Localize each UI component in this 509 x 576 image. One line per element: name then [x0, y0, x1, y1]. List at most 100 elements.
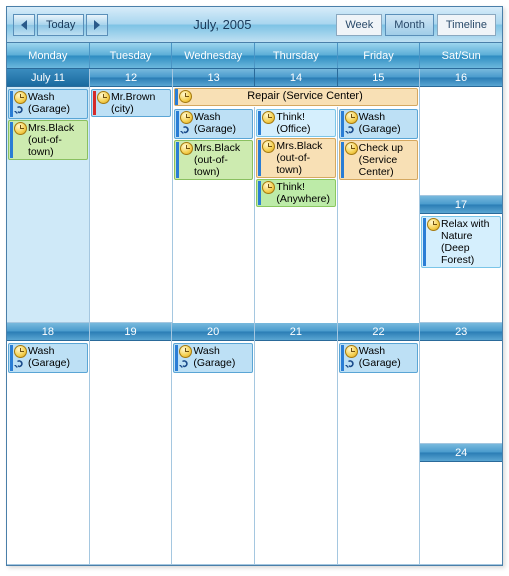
status-bar [258, 140, 261, 176]
appointment[interactable]: Mr.Brown (city) [91, 89, 171, 117]
prev-button[interactable] [13, 14, 35, 36]
recurrence-icon [180, 124, 193, 137]
chevron-right-icon [94, 20, 100, 30]
day-body[interactable]: Wash (Garage) Mrs.Black (out-of-town) [7, 87, 89, 322]
appointment-text: Mrs.Black (out-of-town) [276, 140, 332, 176]
appointment-text: Wash (Garage) [28, 91, 85, 115]
date-header[interactable]: July 11 [7, 69, 89, 87]
date-header[interactable]: 12 [90, 69, 172, 87]
reminder-icon [14, 91, 27, 104]
status-bar [175, 345, 178, 371]
day-body[interactable]: Wash (Garage) [7, 341, 89, 564]
view-week-button[interactable]: Week [336, 14, 382, 36]
appointment[interactable]: Wash (Garage) [339, 109, 418, 139]
appointment-text: Wash (Garage) [359, 111, 415, 135]
day-header: Tuesday [90, 43, 173, 68]
weekend-cell[interactable]: 16 17 Relax with Nature (Deep Forest) [420, 69, 502, 323]
date-header[interactable]: 18 [7, 323, 89, 341]
status-bar [341, 111, 344, 137]
view-timeline-button[interactable]: Timeline [437, 14, 496, 36]
date-header[interactable]: 14 [255, 69, 337, 87]
appointment-text: Wash (Garage) [359, 345, 416, 369]
day-cell[interactable]: 20 Wash (Garage) [172, 323, 255, 565]
day-body[interactable]: Wash (Garage) [338, 341, 420, 564]
week-row: 18 Wash (Garage) 19 [7, 323, 502, 565]
appointment-text: Wash (Garage) [193, 345, 250, 369]
status-bar [176, 142, 179, 178]
appointment-text: Mrs.Black (out-of-town) [28, 122, 85, 158]
day-header: Wednesday [172, 43, 255, 68]
day-header: Monday [7, 43, 90, 68]
next-button[interactable] [86, 14, 108, 36]
date-header[interactable]: 21 [255, 323, 337, 341]
date-header[interactable]: 23 [420, 323, 502, 341]
appointment[interactable]: Wash (Garage) [174, 109, 253, 139]
appointment-banner[interactable]: Repair (Service Center) [174, 88, 418, 106]
appointment[interactable]: Relax with Nature (Deep Forest) [421, 216, 501, 268]
scheduler: Today July, 2005 Week Month Timeline Mon… [6, 6, 503, 566]
status-bar [175, 89, 178, 105]
day-body[interactable] [420, 462, 502, 564]
day-body[interactable]: Relax with Nature (Deep Forest) [420, 214, 502, 322]
day-cell[interactable]: 19 [90, 323, 173, 565]
status-bar [258, 181, 261, 205]
reminder-icon [14, 122, 27, 135]
day-cell[interactable]: 12 Mr.Brown (city) [90, 69, 173, 323]
date-header[interactable]: 24 [420, 444, 502, 462]
date-header[interactable]: 16 [420, 69, 502, 87]
appointment-text: Relax with Nature (Deep Forest) [441, 218, 498, 266]
reminder-icon [262, 181, 275, 194]
reminder-icon [14, 345, 27, 358]
day-body[interactable] [255, 341, 337, 564]
reminder-icon [179, 90, 192, 103]
recurrence-icon [345, 358, 358, 371]
appointment[interactable]: Check up (Service Center) [339, 140, 418, 180]
appointment-text: Check up (Service Center) [359, 142, 415, 178]
day-body[interactable] [420, 87, 502, 195]
view-month-button[interactable]: Month [385, 14, 434, 36]
day-cell[interactable]: 21 [255, 323, 338, 565]
appointment-text: Think! (Office) [276, 111, 332, 135]
reminder-icon [179, 345, 192, 358]
day-body[interactable]: Mr.Brown (city) [90, 87, 172, 322]
appointment[interactable]: Mrs.Black (out-of-town) [8, 120, 88, 160]
appointment[interactable]: Think! (Office) [256, 109, 335, 137]
day-cell[interactable]: July 11 Wash (Garage) Mrs.Black (out-of [7, 69, 90, 323]
day-body[interactable]: Wash (Garage) Check up (Service Center) [338, 107, 419, 323]
appointment[interactable]: Mrs.Black (out-of-town) [256, 138, 335, 178]
today-button[interactable]: Today [37, 14, 84, 36]
recurrence-icon [179, 358, 192, 371]
day-body[interactable] [90, 341, 172, 564]
weeks-container: July 11 Wash (Garage) Mrs.Black (out-of [7, 69, 502, 565]
reminder-icon [345, 345, 358, 358]
appointment[interactable]: Think! (Anywhere) [256, 179, 335, 207]
weekend-cell[interactable]: 23 24 [420, 323, 502, 565]
date-header[interactable]: 20 [172, 323, 254, 341]
appointment[interactable]: Wash (Garage) [173, 343, 253, 373]
day-cell[interactable]: 22 Wash (Garage) [338, 323, 421, 565]
appointment[interactable]: Mrs.Black (out-of-town) [174, 140, 253, 180]
date-header[interactable]: 17 [420, 196, 502, 214]
date-header[interactable]: 13 [173, 69, 255, 87]
banner-row: Repair (Service Center) [174, 88, 418, 106]
appointment[interactable]: Wash (Garage) [8, 343, 88, 373]
chevron-left-icon [21, 20, 27, 30]
recurrence-icon [14, 104, 27, 117]
date-header[interactable]: 19 [90, 323, 172, 341]
date-header[interactable]: 15 [338, 69, 419, 87]
day-body[interactable]: Wash (Garage) Mrs.Black (out-of-town) [173, 107, 255, 323]
reminder-icon [97, 91, 110, 104]
reminder-icon [345, 111, 358, 124]
date-header[interactable]: 22 [338, 323, 420, 341]
appointment-text: Wash (Garage) [28, 345, 85, 369]
reminder-icon [262, 140, 275, 153]
day-cell[interactable]: 18 Wash (Garage) [7, 323, 90, 565]
day-body[interactable] [420, 341, 502, 443]
appointment[interactable]: Wash (Garage) [339, 343, 419, 373]
appointment-text: Think! (Anywhere) [276, 181, 332, 205]
day-body[interactable]: Think! (Office) Mrs.Black (out-of-town) … [255, 107, 337, 323]
appointment-text: Wash (Garage) [194, 111, 250, 135]
recurrence-icon [14, 358, 27, 371]
day-body[interactable]: Wash (Garage) [172, 341, 254, 564]
appointment[interactable]: Wash (Garage) [8, 89, 88, 119]
